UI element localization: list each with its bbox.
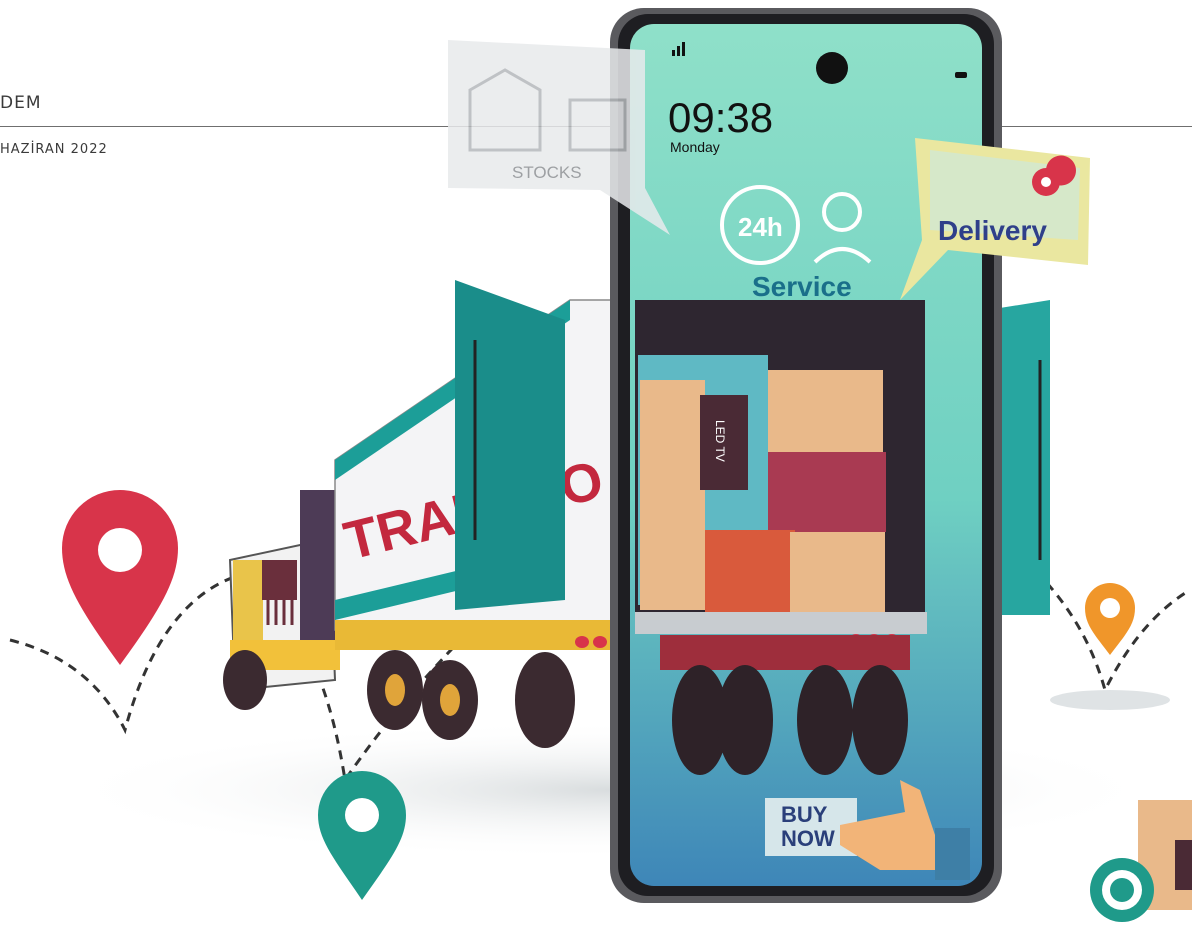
service-hours: 24h [738, 212, 783, 242]
cargo-box [768, 452, 886, 532]
service-label: Service [752, 271, 852, 302]
buy-now-label-line1: BUY [781, 802, 828, 827]
stocks-bubble: STOCKS [448, 40, 670, 235]
phone-clock: 09:38 [668, 94, 773, 141]
delivery-illustration: TRANSPO 09:38 Monday 24h Service [9, 8, 1192, 922]
phone-day: Monday [670, 139, 720, 155]
buy-now-label-line2: NOW [781, 826, 835, 851]
box-label: LED TV [713, 420, 727, 462]
truck-trailer: TRANSPO [334, 280, 655, 650]
orange-location-pin-icon [1085, 583, 1135, 655]
cargo-box [768, 370, 883, 452]
front-camera-icon [816, 52, 848, 84]
battery-icon [955, 72, 967, 78]
cargo-box [790, 532, 885, 612]
stocks-label: STOCKS [512, 163, 582, 182]
delivery-label: Delivery [938, 215, 1047, 246]
cargo-box [705, 530, 795, 612]
cargo-box [640, 380, 705, 610]
red-location-pin-icon [62, 490, 178, 665]
pin-shadow [1050, 690, 1170, 710]
green-location-pin-icon [318, 771, 406, 900]
